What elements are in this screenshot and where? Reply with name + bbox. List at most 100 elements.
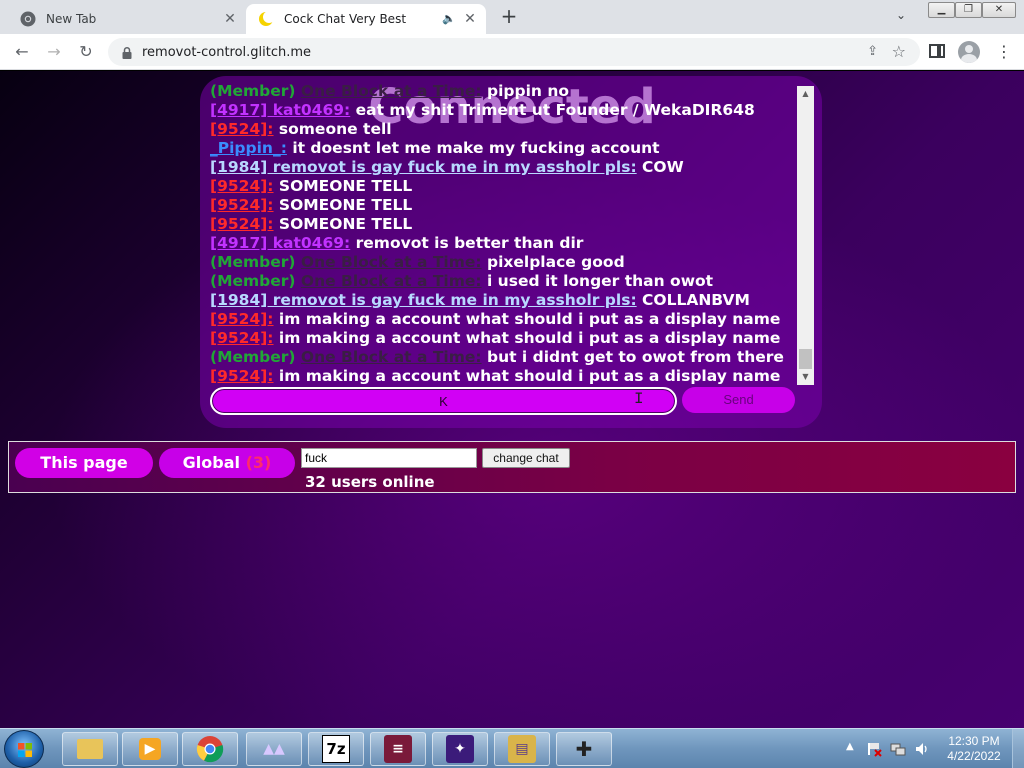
message-username-link[interactable]: [4917] kat0469:: [210, 101, 350, 119]
close-tab-icon[interactable]: ✕: [462, 11, 478, 27]
clock-date: 4/22/2022: [947, 749, 1001, 763]
message-username-link[interactable]: One Block at a Time:: [301, 272, 482, 290]
chat-message: [9524]: SOMEONE TELL: [210, 177, 796, 196]
chat-name-input[interactable]: [301, 448, 477, 468]
network-icon[interactable]: [890, 741, 906, 757]
message-username-link[interactable]: [9524]:: [210, 120, 274, 138]
back-arrow-icon[interactable]: ←: [10, 40, 34, 64]
taskbar-media-player[interactable]: ▶: [122, 732, 178, 766]
message-username-link[interactable]: [9524]:: [210, 215, 274, 233]
maximize-button[interactable]: ❐: [955, 2, 982, 18]
send-button[interactable]: Send: [682, 387, 795, 413]
address-bar[interactable]: removot-control.glitch.me ⇪ ☆: [108, 38, 920, 66]
chat-message: _Pippin_: it doesnt let me make my fucki…: [210, 139, 796, 158]
action-center-flag-icon[interactable]: [866, 741, 882, 757]
new-tab-button[interactable]: +: [498, 6, 520, 28]
chat-message: [9524]: im making a account what should …: [210, 310, 796, 329]
reload-icon[interactable]: ↻: [74, 40, 98, 64]
profile-avatar-icon[interactable]: [958, 41, 980, 63]
message-rank: (Member): [210, 82, 301, 100]
show-desktop-button[interactable]: [1012, 729, 1024, 768]
scroll-up-icon[interactable]: ▲: [797, 86, 814, 102]
message-username-link[interactable]: [9524]:: [210, 196, 274, 214]
message-username-link[interactable]: [9524]:: [210, 310, 274, 328]
chat-message: [9524]: SOMEONE TELL: [210, 196, 796, 215]
message-text: it doesnt let me make my fucking account: [286, 139, 660, 157]
message-username-link[interactable]: [9524]:: [210, 367, 274, 384]
speaker-muted-icon[interactable]: 🔈: [442, 12, 456, 25]
moon-icon: [258, 11, 275, 27]
message-text: im making a account what should i put as…: [273, 310, 781, 328]
clock-time: 12:30 PM: [948, 734, 1000, 748]
tab-title: Cock Chat Very Best: [284, 12, 407, 26]
tab-chat[interactable]: Cock Chat Very Best 🔈 ✕: [246, 4, 486, 34]
tab-search-icon[interactable]: ⌄: [896, 8, 906, 22]
message-username-link[interactable]: [9524]:: [210, 329, 274, 347]
chat-message: [9524]: SOMEONE TELL: [210, 215, 796, 234]
taskbar-7zip[interactable]: 7z: [308, 732, 364, 766]
message-username-link[interactable]: One Block at a Time:: [301, 253, 482, 271]
scroll-down-icon[interactable]: ▼: [797, 369, 814, 385]
message-username-link[interactable]: [9524]:: [210, 177, 274, 195]
message-username-link[interactable]: _Pippin_:: [210, 139, 287, 157]
change-chat-button[interactable]: change chat: [482, 448, 570, 468]
taskbar-app-triangles[interactable]: ▲▲: [246, 732, 302, 766]
chat-message: [4917] kat0469: eat my shit Triment ut F…: [210, 101, 796, 120]
message-username-link[interactable]: One Block at a Time:: [301, 82, 482, 100]
taskbar-chrome[interactable]: [182, 732, 238, 766]
taskbar-game[interactable]: ✦: [432, 732, 488, 766]
message-text: im making a account what should i put as…: [273, 367, 781, 384]
chat-message: (Member) One Block at a Time: pixelplace…: [210, 253, 796, 272]
side-panel-icon[interactable]: [929, 44, 945, 58]
browser-toolbar: ← → ↻ removot-control.glitch.me ⇪ ☆: [0, 34, 1024, 70]
message-text: removot is better than dir: [350, 234, 584, 252]
taskbar-gamepad[interactable]: ✚: [556, 732, 612, 766]
taskbar-explorer[interactable]: [62, 732, 118, 766]
message-text: im making a account what should i put as…: [273, 329, 781, 347]
share-icon[interactable]: ⇪: [867, 44, 878, 59]
chrome-icon: [20, 11, 36, 27]
this-page-button[interactable]: This page: [15, 448, 153, 478]
global-button[interactable]: Global (3): [159, 448, 295, 478]
media-player-icon: ▶: [139, 738, 161, 760]
bookmark-star-icon[interactable]: ☆: [892, 42, 906, 61]
editor-icon: ≡: [384, 735, 412, 763]
message-text: pippin no: [481, 82, 570, 100]
forward-arrow-icon[interactable]: →: [42, 40, 66, 64]
start-button[interactable]: [4, 730, 44, 768]
app-triangles-icon: ▲▲: [263, 741, 285, 757]
close-window-button[interactable]: ✕: [982, 2, 1016, 18]
tray-expand-icon[interactable]: ▲: [846, 741, 854, 752]
message-username-link[interactable]: [1984] removot is gay fuck me in my assh…: [210, 291, 637, 309]
chat-message-input[interactable]: [210, 387, 677, 415]
message-list[interactable]: (Member) One Block at a Time: pippin no[…: [210, 82, 796, 384]
message-rank: (Member): [210, 348, 301, 366]
message-username-link[interactable]: One Block at a Time:: [301, 348, 482, 366]
system-clock[interactable]: 12:30 PM 4/22/2022: [946, 734, 1002, 764]
global-label: Global: [182, 453, 246, 472]
taskbar-archive[interactable]: ▤: [494, 732, 550, 766]
message-text: i used it longer than owot: [481, 272, 714, 290]
message-scrollbar[interactable]: ▲ ▼: [797, 86, 814, 385]
minimize-button[interactable]: ▁: [928, 2, 955, 18]
archive-icon: ▤: [508, 735, 536, 763]
chat-message: [9524]: someone tell: [210, 120, 796, 139]
chat-message: [1984] removot is gay fuck me in my assh…: [210, 158, 796, 177]
scroll-thumb[interactable]: [799, 349, 812, 369]
lock-icon[interactable]: [120, 45, 134, 59]
close-tab-icon[interactable]: ✕: [222, 11, 238, 27]
volume-icon[interactable]: [914, 741, 930, 757]
tab-new-tab[interactable]: New Tab ✕: [8, 4, 247, 34]
message-username-link[interactable]: [1984] removot is gay fuck me in my assh…: [210, 158, 637, 176]
message-text: COLLANBVM: [636, 291, 750, 309]
chat-message: (Member) One Block at a Time: but i didn…: [210, 348, 796, 367]
chat-message: [9524]: im making a account what should …: [210, 329, 796, 348]
chat-message: (Member) One Block at a Time: i used it …: [210, 272, 796, 291]
message-text: SOMEONE TELL: [273, 215, 413, 233]
message-username-link[interactable]: [4917] kat0469:: [210, 234, 350, 252]
chat-message: [9524]: im making a account what should …: [210, 367, 796, 384]
kebab-menu-icon[interactable]: ⋮: [996, 42, 1012, 62]
url-text[interactable]: removot-control.glitch.me: [142, 45, 311, 60]
taskbar-editor[interactable]: ≡: [370, 732, 426, 766]
message-text: but i didnt get to owot from there: [481, 348, 784, 366]
